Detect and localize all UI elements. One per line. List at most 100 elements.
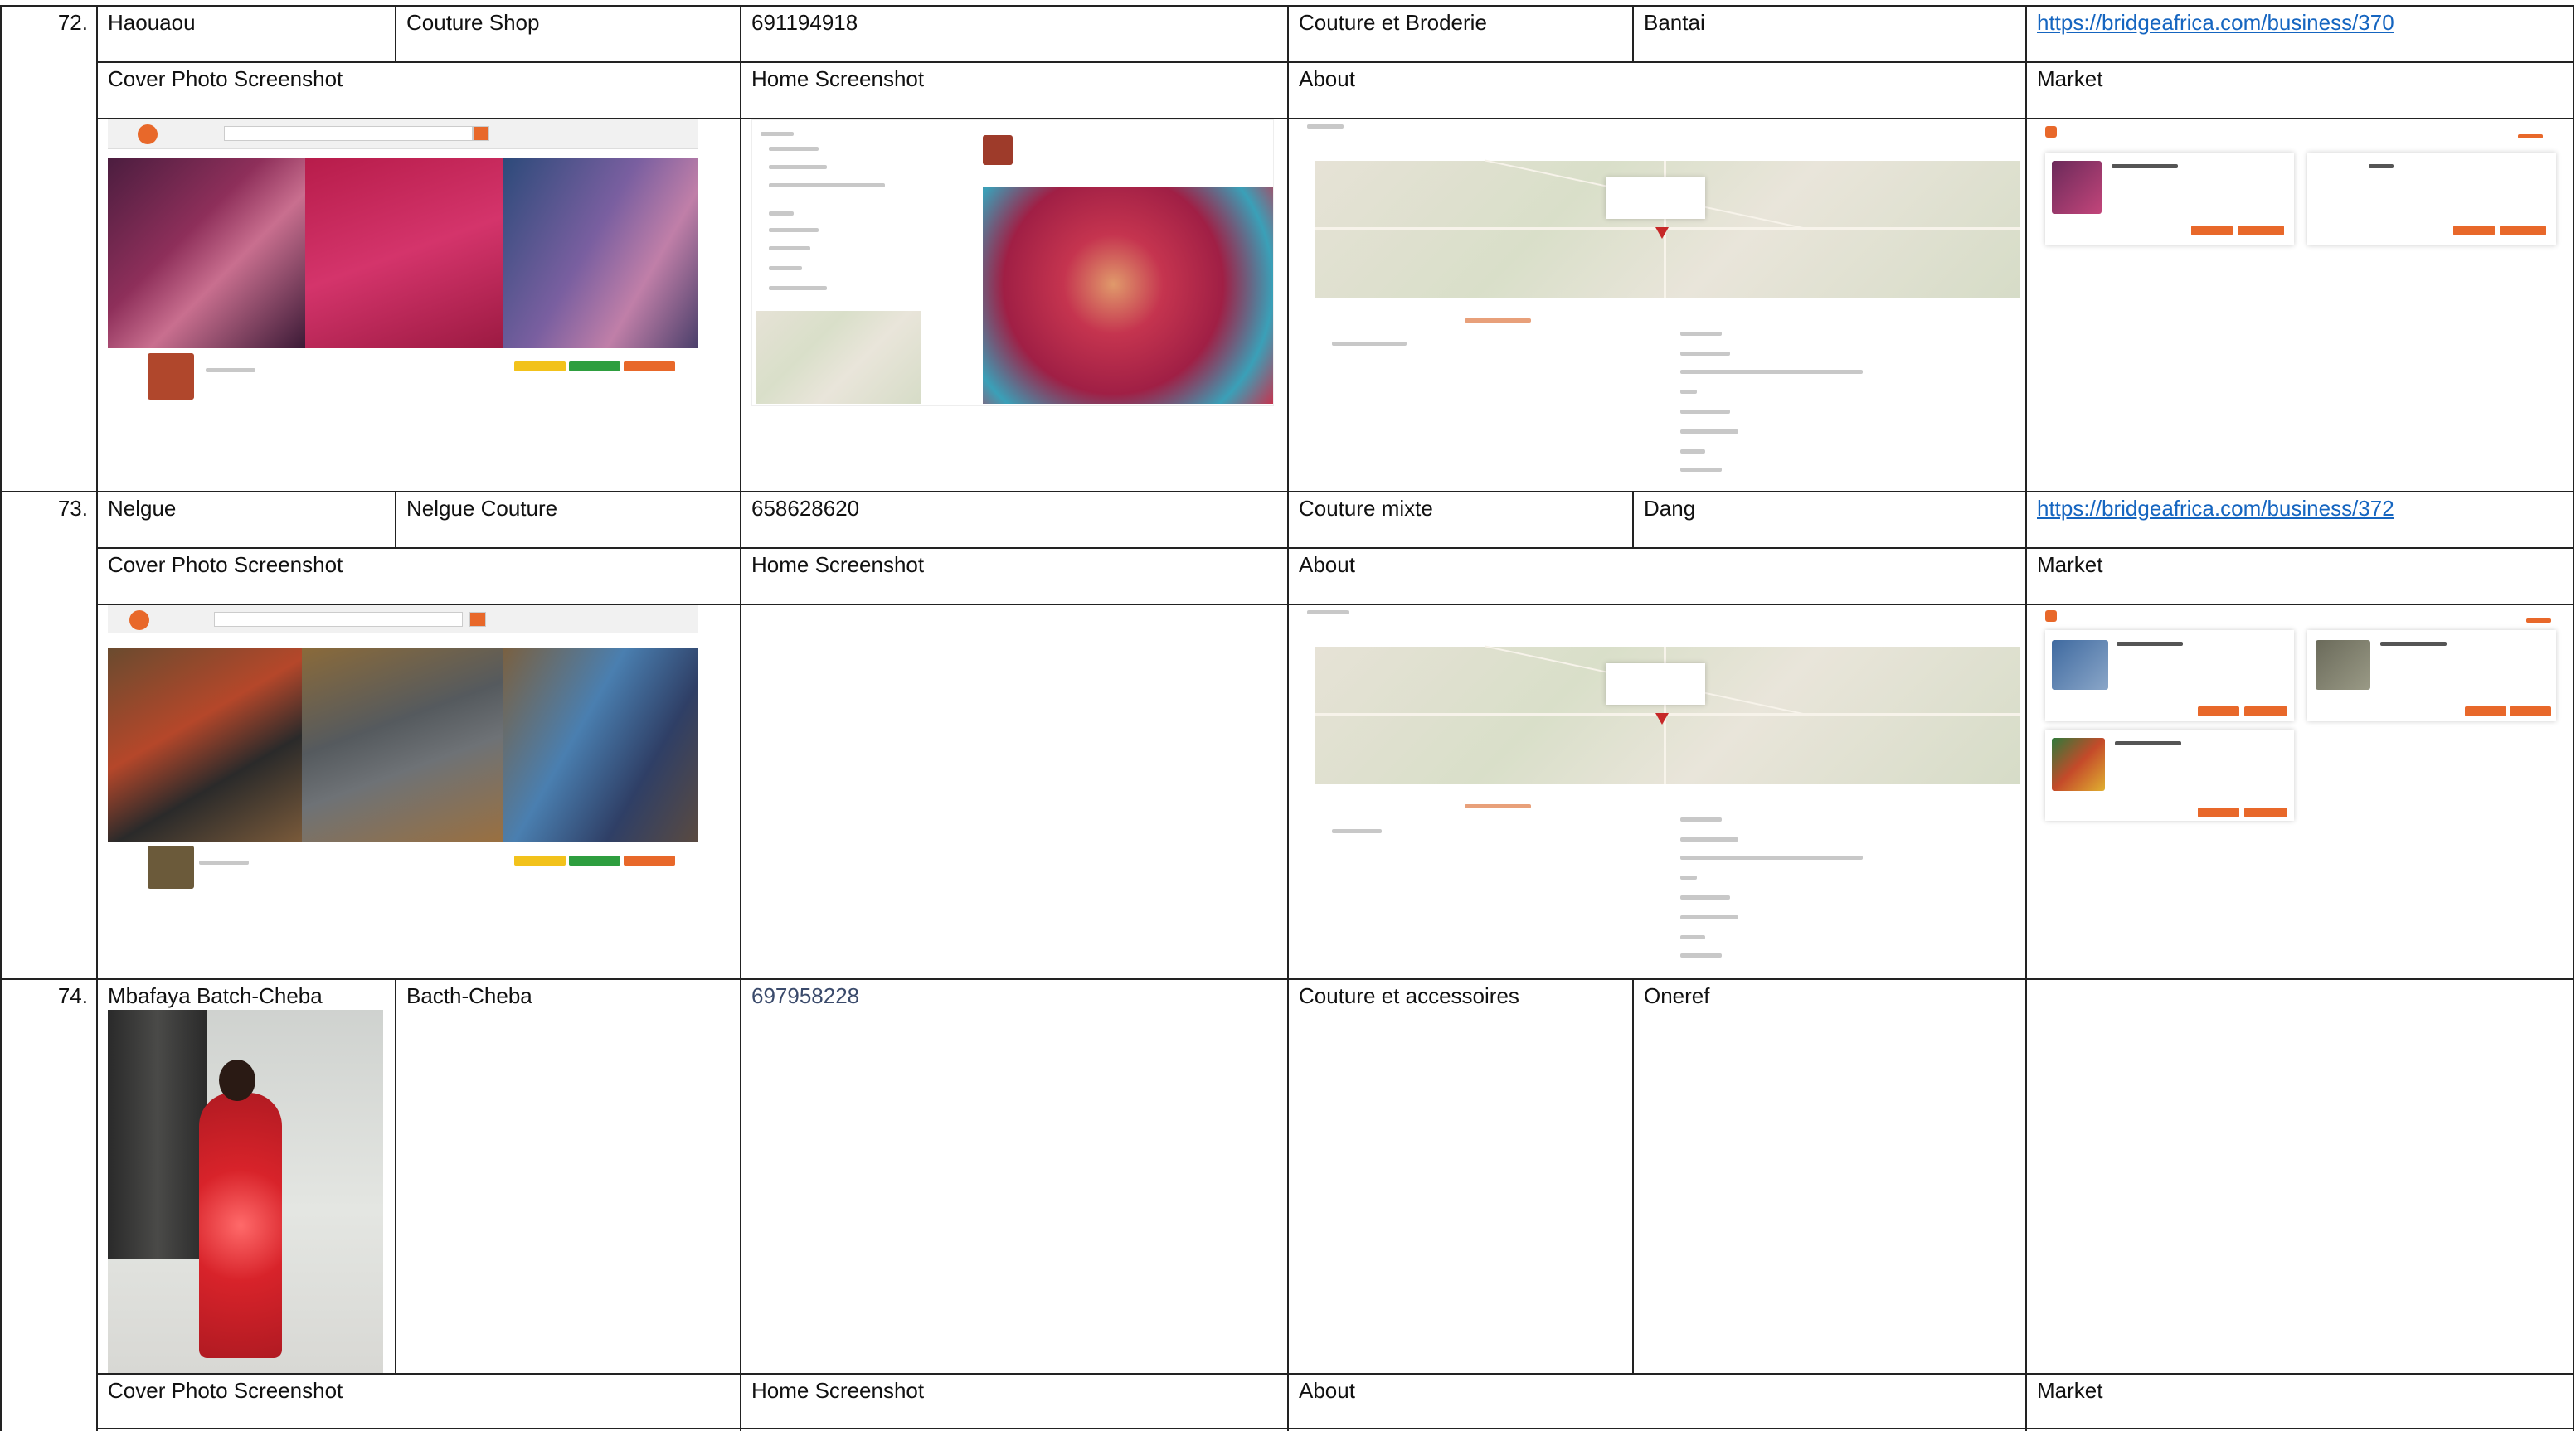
sidebar-info bbox=[769, 211, 794, 216]
column-divider bbox=[1632, 978, 1634, 1373]
owner-name: Haouaou bbox=[108, 10, 196, 35]
cover-photo-screenshot bbox=[108, 119, 698, 401]
product-title bbox=[2117, 642, 2183, 646]
activity: Couture et Broderie bbox=[1299, 10, 1487, 35]
product-image bbox=[2316, 640, 2370, 690]
buy-now-button bbox=[2465, 706, 2506, 716]
add-to-cart-button bbox=[2238, 226, 2284, 235]
tailor-photo bbox=[108, 648, 302, 842]
activity: Couture et accessoires bbox=[1299, 983, 1519, 1008]
sidebar-info bbox=[761, 132, 794, 136]
post-avatar bbox=[983, 135, 1013, 165]
home-screenshot bbox=[751, 119, 1274, 406]
add-to-cart-button bbox=[2244, 706, 2287, 716]
row-number: 74. bbox=[57, 983, 88, 1008]
door-frame bbox=[108, 1010, 207, 1259]
sidebar-info bbox=[769, 266, 802, 270]
product-card bbox=[2045, 153, 2294, 245]
logo-icon bbox=[138, 124, 158, 144]
product-title bbox=[2380, 642, 2447, 646]
row-number: 72. bbox=[57, 10, 88, 35]
business-link[interactable]: https://bridgeafrica.com/business/372 bbox=[2037, 496, 2394, 521]
market-header: Market bbox=[2037, 552, 2103, 577]
community-button bbox=[514, 856, 566, 866]
about-contact bbox=[1680, 390, 1697, 394]
about-contact bbox=[1680, 410, 1730, 414]
home-screenshot-header: Home Screenshot bbox=[751, 552, 925, 577]
phone-number: 691194918 bbox=[751, 10, 858, 35]
message-button bbox=[569, 361, 620, 371]
cover-photo-header: Cover Photo Screenshot bbox=[108, 66, 343, 91]
row-divider bbox=[96, 1373, 2574, 1375]
map-thumbnail bbox=[756, 311, 921, 404]
profile-name bbox=[206, 368, 255, 372]
logo-icon bbox=[129, 610, 149, 630]
cover-photo-screenshot bbox=[108, 605, 698, 892]
owner-name: Mbafaya Batch-Cheba bbox=[108, 983, 323, 1008]
business-name: Nelgue Couture bbox=[406, 496, 558, 521]
person-figure bbox=[199, 1093, 282, 1358]
sidebar-info bbox=[769, 228, 819, 232]
about-contact bbox=[1680, 935, 1705, 939]
fabric-photo bbox=[108, 158, 305, 348]
product-card bbox=[2307, 153, 2556, 245]
community-button bbox=[514, 361, 566, 371]
about-screenshot bbox=[1299, 605, 2025, 977]
about-header: About bbox=[1299, 66, 1355, 91]
column-divider bbox=[0, 5, 2, 1431]
market-icon bbox=[2045, 126, 2057, 138]
sidebar-info bbox=[769, 147, 819, 151]
product-title bbox=[2112, 164, 2178, 168]
column-divider bbox=[2573, 5, 2574, 1431]
owner-name: Nelgue bbox=[108, 496, 177, 521]
fabric-photo bbox=[305, 158, 503, 348]
search-icon bbox=[469, 612, 486, 627]
about-title bbox=[1307, 610, 1349, 614]
about-contact bbox=[1680, 468, 1722, 472]
sidebar-info bbox=[769, 165, 827, 169]
buy-now-button bbox=[2198, 808, 2239, 817]
activity: Couture mixte bbox=[1299, 496, 1433, 521]
about-text bbox=[1332, 342, 1407, 346]
search-icon bbox=[473, 126, 489, 141]
about-contact bbox=[1680, 352, 1730, 356]
product-image bbox=[2052, 640, 2108, 690]
column-divider bbox=[740, 5, 741, 1431]
business-name: Couture Shop bbox=[406, 10, 540, 35]
clothing-photo bbox=[302, 648, 503, 842]
row-divider bbox=[96, 547, 2574, 549]
column-divider bbox=[395, 491, 396, 547]
buy-now-button bbox=[2198, 706, 2239, 716]
add-to-cart-button bbox=[2500, 226, 2546, 235]
location: Oneref bbox=[1644, 983, 1710, 1008]
search-bar bbox=[224, 126, 473, 141]
market-screenshot bbox=[2037, 119, 2564, 252]
about-contact bbox=[1680, 332, 1722, 336]
person-head bbox=[219, 1060, 255, 1101]
sidebar-info bbox=[769, 183, 885, 187]
location: Dang bbox=[1644, 496, 1696, 521]
buy-now-button bbox=[2191, 226, 2233, 235]
market-link bbox=[2526, 618, 2551, 623]
product-title bbox=[2115, 741, 2181, 745]
product-title bbox=[2369, 164, 2394, 168]
about-contact bbox=[1465, 318, 1531, 323]
sidebar-info bbox=[769, 246, 810, 250]
profile-name bbox=[199, 861, 249, 865]
column-divider bbox=[2025, 5, 2027, 1431]
about-contact bbox=[1680, 856, 1863, 860]
add-to-cart-button bbox=[2244, 808, 2287, 817]
about-contact bbox=[1680, 370, 1863, 374]
about-contact bbox=[1465, 804, 1531, 808]
map-pin-icon bbox=[1655, 227, 1669, 239]
about-contact bbox=[1680, 876, 1697, 880]
product-card bbox=[2045, 630, 2294, 721]
product-image bbox=[2052, 161, 2102, 214]
product-card bbox=[2307, 630, 2556, 721]
product-image bbox=[2052, 738, 2105, 791]
message-button bbox=[569, 856, 620, 866]
about-contact bbox=[1680, 817, 1722, 822]
search-bar bbox=[214, 612, 463, 627]
business-link[interactable]: https://bridgeafrica.com/business/370 bbox=[2037, 10, 2394, 35]
market-header: Market bbox=[2037, 66, 2103, 91]
